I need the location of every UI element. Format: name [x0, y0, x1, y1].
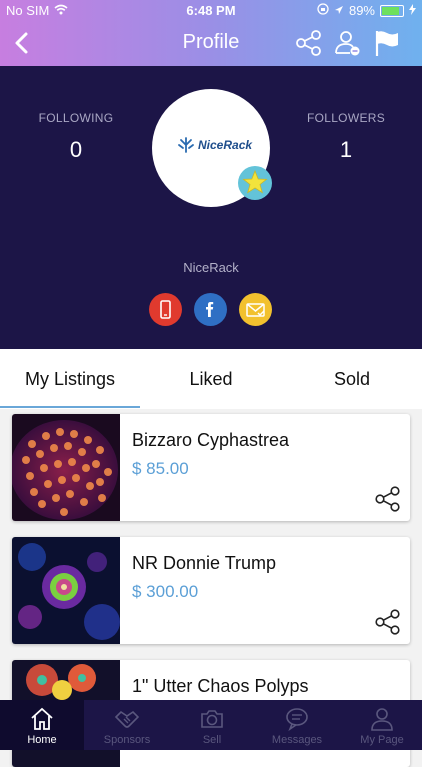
- bottom-tab-bar: Home Sponsors Sell Messages My Page: [0, 700, 422, 750]
- share-icon[interactable]: [294, 28, 324, 58]
- phone-button[interactable]: [149, 293, 182, 326]
- tabbar-label: Home: [27, 734, 57, 746]
- profile-header: FOLLOWING 0 NiceRack FOLLOWERS 1 NiceRac…: [0, 66, 422, 349]
- listing-price: $ 85.00: [132, 459, 189, 478]
- star-badge: [238, 166, 272, 200]
- listing-tabs: My Listings Liked Sold: [0, 349, 422, 409]
- following-stat[interactable]: FOLLOWING 0: [16, 111, 136, 163]
- selected-tab-indicator: [0, 406, 140, 408]
- tabbar-label: My Page: [360, 734, 404, 746]
- home-icon: [31, 707, 53, 730]
- brand-logo: NiceRack: [177, 137, 252, 153]
- follow-user-icon[interactable]: [333, 28, 363, 58]
- listing-photo: [12, 414, 120, 521]
- tabbar-sponsors[interactable]: Sponsors: [85, 700, 169, 750]
- location-arrow-icon: [334, 3, 344, 18]
- tab-liked[interactable]: Liked: [141, 349, 281, 409]
- followers-count: 1: [339, 137, 353, 162]
- tabbar-my-page[interactable]: My Page: [340, 700, 422, 750]
- charging-icon: [409, 3, 416, 18]
- username: NiceRack: [183, 260, 239, 275]
- facebook-button[interactable]: [194, 293, 227, 326]
- phone-icon: [160, 300, 171, 319]
- tabbar-home[interactable]: Home: [0, 700, 84, 750]
- followers-stat[interactable]: FOLLOWERS 1: [286, 111, 406, 163]
- email-button[interactable]: [239, 293, 272, 326]
- followers-label: FOLLOWERS: [306, 111, 386, 125]
- listing-card[interactable]: Bizzaro Cyphastrea $ 85.00: [12, 414, 410, 521]
- tab-my-listings[interactable]: My Listings: [0, 349, 140, 409]
- tabbar-label: Messages: [271, 734, 323, 746]
- listing-title: Bizzaro Cyphastrea: [132, 430, 290, 450]
- flag-icon[interactable]: [372, 28, 402, 58]
- handshake-icon: [114, 710, 140, 728]
- listing-photo: [12, 537, 120, 644]
- listing-title: NR Donnie Trump: [132, 553, 277, 573]
- share-icon[interactable]: [374, 608, 402, 636]
- tabbar-messages[interactable]: Messages: [255, 700, 339, 750]
- listing-price: $ 300.00: [132, 582, 199, 601]
- share-icon[interactable]: [374, 485, 402, 513]
- following-label: FOLLOWING: [38, 111, 114, 125]
- battery-icon: [380, 4, 404, 17]
- star-icon: [242, 169, 268, 194]
- facebook-icon: [206, 302, 214, 317]
- navigation-bar: Profile: [0, 22, 422, 66]
- tabbar-sell[interactable]: Sell: [170, 700, 254, 750]
- logo-text: NiceRack: [198, 138, 253, 152]
- email-icon: [246, 303, 265, 317]
- camera-icon: [201, 710, 223, 728]
- listing-card[interactable]: NR Donnie Trump $ 300.00: [12, 537, 410, 644]
- tabbar-label: Sponsors: [103, 734, 151, 746]
- listing-title: 1" Utter Chaos Polyps: [132, 676, 309, 696]
- person-icon: [371, 708, 393, 731]
- tabbar-label: Sell: [202, 734, 222, 746]
- orientation-lock-icon: [317, 3, 329, 18]
- battery-percent: 89%: [348, 3, 375, 18]
- tab-sold[interactable]: Sold: [282, 349, 422, 409]
- status-bar: No SIM 6:48 PM 89%: [0, 0, 422, 22]
- following-count: 0: [69, 137, 83, 162]
- chat-bubble-icon: [286, 708, 308, 732]
